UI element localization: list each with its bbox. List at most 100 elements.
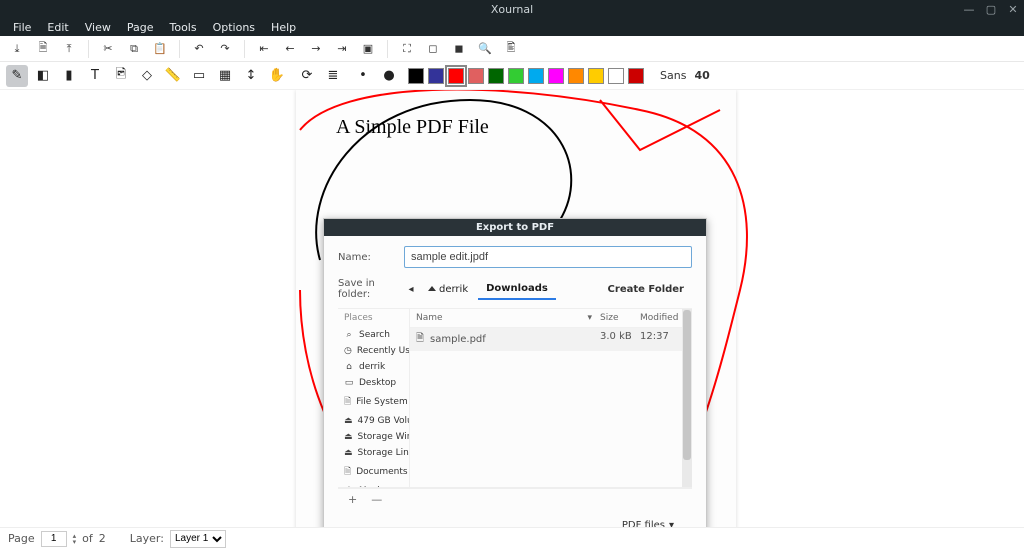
color-swatch[interactable] (588, 68, 604, 84)
place-item[interactable]: ◷Recently Used (338, 343, 409, 359)
place-label: Storage Linux (358, 448, 409, 458)
place-item[interactable]: ⏏Storage Windows (338, 429, 409, 445)
maximize-button[interactable]: ▢ (984, 3, 998, 16)
tools-toolbar: ✎◧▮T🖻◇📏▭▦↕✋ ⟳≣ •● Sans 40 (0, 62, 1024, 90)
sort-caret-icon[interactable]: ▾ (587, 313, 592, 323)
text-tool[interactable]: T (84, 65, 106, 87)
place-item[interactable]: ⏏ Storage Linux (338, 445, 409, 461)
place-item[interactable]: ▭Desktop (338, 375, 409, 391)
menu-options[interactable]: Options (206, 19, 262, 36)
breadcrumb-back-icon[interactable]: ◂ (404, 284, 418, 295)
eraser-tool[interactable]: ◧ (32, 65, 54, 87)
redo-icon[interactable]: ↷ (214, 38, 236, 60)
menu-page[interactable]: Page (120, 19, 161, 36)
fullscreen-toggle-icon[interactable]: ⛶ (396, 38, 418, 60)
menu-view[interactable]: View (78, 19, 118, 36)
menu-tools[interactable]: Tools (162, 19, 203, 36)
select-rect-tool[interactable]: ▭ (188, 65, 210, 87)
color-swatch[interactable] (468, 68, 484, 84)
place-item[interactable]: ♫Music (338, 483, 409, 487)
breadcrumb-current[interactable]: Downloads (478, 279, 556, 300)
col-name[interactable]: Name (416, 313, 443, 323)
line-style-icon[interactable]: ≣ (322, 65, 344, 87)
status-bar: Page ▴▾ of 2 Layer: Layer 1 (0, 527, 1024, 549)
places-header: Places (338, 309, 409, 327)
place-label: File System (356, 397, 407, 407)
prev-page-icon[interactable]: ← (279, 38, 301, 60)
place-item[interactable]: ⏏479 GB Volume (338, 413, 409, 429)
place-label: Storage Windows (358, 432, 409, 442)
cut-icon[interactable]: ✂ (97, 38, 119, 60)
add-bookmark-button[interactable]: + (348, 493, 357, 506)
zoom-region-icon[interactable]: ▣ (357, 38, 379, 60)
color-swatch[interactable] (628, 68, 644, 84)
zoom-fit-icon[interactable]: 🔍 (474, 38, 496, 60)
menu-help[interactable]: Help (264, 19, 303, 36)
create-folder-button[interactable]: Create Folder (600, 280, 692, 299)
page-step-down[interactable]: ▾ (73, 539, 77, 545)
place-item[interactable]: ⌕Search (338, 327, 409, 343)
thickness-med-icon[interactable]: ● (378, 65, 400, 87)
font-family[interactable]: Sans (660, 69, 686, 82)
undo-icon[interactable]: ↶ (188, 38, 210, 60)
col-modified[interactable]: Modified (640, 313, 686, 323)
image-tool[interactable]: 🖻 (110, 65, 132, 87)
col-size[interactable]: Size (600, 313, 640, 323)
zoom-in-icon[interactable]: ◼ (448, 38, 470, 60)
shape-tool[interactable]: ◇ (136, 65, 158, 87)
color-swatch[interactable] (448, 68, 464, 84)
page-total: 2 (99, 532, 106, 545)
font-size[interactable]: 40 (694, 69, 709, 82)
place-icon: 🗎 (344, 394, 351, 410)
minimize-button[interactable]: — (962, 3, 976, 16)
select-region-tool[interactable]: ▦ (214, 65, 236, 87)
color-swatch[interactable] (608, 68, 624, 84)
scrollbar-thumb[interactable] (683, 310, 691, 460)
color-swatch[interactable] (528, 68, 544, 84)
place-item[interactable]: ⌂derrik (338, 359, 409, 375)
color-swatch[interactable] (548, 68, 564, 84)
layer-select[interactable]: Layer 1 (170, 530, 226, 548)
menu-edit[interactable]: Edit (40, 19, 75, 36)
remove-bookmark-button[interactable]: — (371, 493, 382, 506)
paste-icon[interactable]: 📋 (149, 38, 171, 60)
open-icon[interactable]: 🗎 (32, 38, 54, 60)
filename-input[interactable] (404, 246, 692, 268)
pdf-tool-icon[interactable]: 🖺 (500, 38, 522, 60)
file-list-pane: Name ▾ Size Modified 🗎sample.pdf3.0 kB12… (410, 309, 692, 487)
menu-file[interactable]: File (6, 19, 38, 36)
first-page-icon[interactable]: ⇤ (253, 38, 275, 60)
vspace-tool[interactable]: ↕ (240, 65, 262, 87)
zoom-out-icon[interactable]: ◻ (422, 38, 444, 60)
file-scrollbar[interactable] (682, 309, 692, 487)
thickness-fine-icon[interactable]: • (352, 65, 374, 87)
file-row[interactable]: 🗎sample.pdf3.0 kB12:37 (410, 328, 692, 351)
save-icon[interactable]: ⤓ (6, 38, 28, 60)
file-type-filter[interactable]: PDF files ▾ (614, 516, 682, 527)
last-page-icon[interactable]: ⇥ (331, 38, 353, 60)
copy-icon[interactable]: ⧉ (123, 38, 145, 60)
hand-tool[interactable]: ✋ (266, 65, 288, 87)
titlebar: Xournal — ▢ ✕ (0, 0, 1024, 18)
place-item[interactable]: 🗎 File System (338, 391, 409, 413)
next-page-icon[interactable]: → (305, 38, 327, 60)
ruler-tool[interactable]: 📏 (162, 65, 184, 87)
color-swatch[interactable] (488, 68, 504, 84)
pen-tool[interactable]: ✎ (6, 65, 28, 87)
page-number-input[interactable] (41, 531, 67, 547)
color-swatch[interactable] (428, 68, 444, 84)
place-item[interactable]: 🗎Documents (338, 461, 409, 483)
place-icon: ⏏ (344, 448, 353, 458)
color-swatch[interactable] (508, 68, 524, 84)
place-label: Documents (356, 467, 407, 477)
layer-label: Layer: (130, 532, 164, 545)
canvas-area[interactable]: A Simple PDF File Export to PDF Name: Sa… (0, 90, 1024, 527)
breadcrumb-home[interactable]: derrik (420, 280, 476, 299)
highlighter-tool[interactable]: ▮ (58, 65, 80, 87)
dialog-title: Export to PDF (324, 219, 706, 236)
close-button[interactable]: ✕ (1006, 3, 1020, 16)
color-swatch[interactable] (568, 68, 584, 84)
color-swatch[interactable] (408, 68, 424, 84)
shape-recognizer-icon[interactable]: ⟳ (296, 65, 318, 87)
export-icon[interactable]: ⤒ (58, 38, 80, 60)
